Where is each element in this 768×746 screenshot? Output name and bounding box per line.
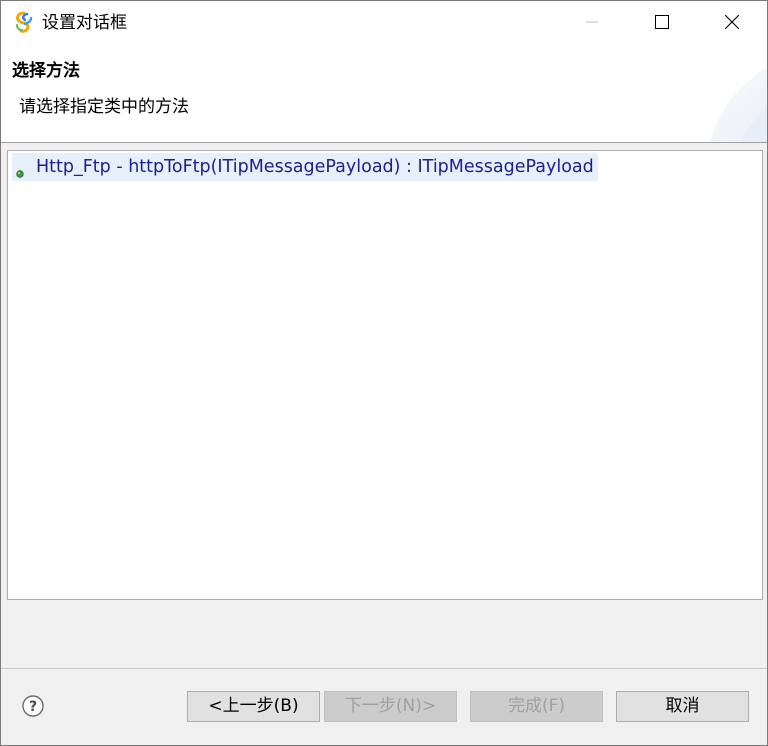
method-list[interactable]: Http_Ftp - httpToFtp(ITipMessagePayload)… <box>7 150 763 600</box>
back-button[interactable]: <上一步(B) <box>187 691 320 722</box>
next-button[interactable]: 下一步(N)> <box>324 691 457 722</box>
public-method-icon <box>16 163 24 178</box>
page-title: 选择方法 <box>12 61 80 81</box>
close-icon <box>724 14 740 33</box>
minimize-button[interactable] <box>557 1 627 45</box>
help-icon[interactable]: ? <box>22 695 44 717</box>
banner-decoration <box>709 67 767 142</box>
wizard-header: 选择方法 请选择指定类中的方法 <box>1 45 767 142</box>
footer-divider <box>1 668 767 669</box>
window-title: 设置对话框 <box>42 13 127 33</box>
finish-button[interactable]: 完成(F) <box>470 691 603 722</box>
settings-dialog: 设置对话框 选择方法 请选择指定类中的方法 Http_Ftp - httpToF… <box>0 0 768 746</box>
minimize-icon <box>585 14 599 33</box>
close-button[interactable] <box>697 1 767 45</box>
maximize-button[interactable] <box>627 1 697 45</box>
svg-text:?: ? <box>29 699 37 715</box>
maximize-icon <box>655 14 669 33</box>
method-label: Http_Ftp - httpToFtp(ITipMessagePayload)… <box>36 157 594 177</box>
title-bar[interactable]: 设置对话框 <box>1 1 767 45</box>
page-description: 请选择指定类中的方法 <box>19 97 189 117</box>
cancel-button[interactable]: 取消 <box>616 691 749 722</box>
list-item-method[interactable]: Http_Ftp - httpToFtp(ITipMessagePayload)… <box>12 153 598 181</box>
app-logo-icon <box>13 11 35 33</box>
header-divider <box>1 142 767 143</box>
